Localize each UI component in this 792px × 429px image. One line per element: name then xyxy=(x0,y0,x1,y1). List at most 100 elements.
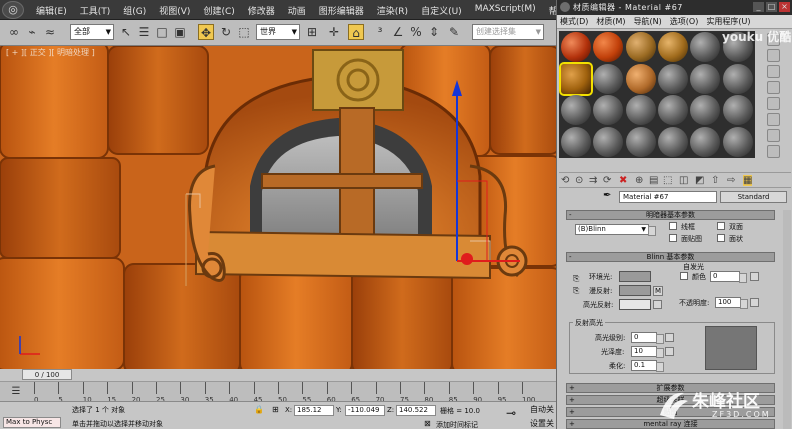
material-name-field[interactable]: Material #67 xyxy=(619,191,717,203)
specular-color-swatch[interactable] xyxy=(619,299,651,310)
material-type-button[interactable]: Standard xyxy=(720,191,787,203)
menu-item[interactable]: 组(G) xyxy=(123,4,146,17)
pivot-center-icon[interactable]: ⊞ xyxy=(304,24,320,40)
named-selection-dropdown[interactable]: 创建选择集 ▼ xyxy=(472,24,544,40)
select-rotate-icon[interactable]: ↻ xyxy=(218,24,234,40)
specular-level-map-button[interactable] xyxy=(665,333,674,342)
selection-filter-dropdown[interactable]: 全部 ▼ xyxy=(70,24,114,40)
lock-diffuse-specular-icon[interactable]: ⎘ xyxy=(573,286,579,296)
eyedropper-icon[interactable]: ✒ xyxy=(603,190,611,201)
opacity-value[interactable]: 100 xyxy=(715,297,748,309)
material-menu-item[interactable]: 实用程序(U) xyxy=(706,15,750,28)
percent-snap-icon[interactable]: % xyxy=(408,24,424,40)
material-menu-item[interactable]: 模式(D) xyxy=(560,15,588,28)
show-end-result-icon[interactable]: ◩ xyxy=(695,175,704,186)
pick-material-icon[interactable]: ▦ xyxy=(743,175,753,186)
keyboard-shortcut-toggle-icon[interactable]: ⌂ xyxy=(348,24,364,40)
faceted-checkbox[interactable] xyxy=(717,234,725,242)
y-coordinate-field[interactable]: -110.049 xyxy=(345,405,385,416)
glossiness-value[interactable]: 10 xyxy=(631,346,664,358)
sample-slot[interactable] xyxy=(561,95,591,125)
self-illum-value[interactable]: 0 xyxy=(710,271,747,283)
menu-item[interactable]: 视图(V) xyxy=(159,4,190,17)
x-coordinate-field[interactable]: 185.12 xyxy=(294,405,334,416)
options-icon[interactable] xyxy=(767,129,780,142)
viewport-front[interactable]: [ + ][ 正交 ][ 明暗处理 ] xyxy=(0,46,556,369)
close-icon[interactable]: × xyxy=(779,2,790,12)
auto-key-button[interactable]: 自动关 xyxy=(530,404,554,415)
go-forward-sibling-icon[interactable]: ⇨ xyxy=(727,175,735,186)
app-logo-icon[interactable]: ◎ xyxy=(2,1,24,19)
material-menu-item[interactable]: 材质(M) xyxy=(596,15,625,28)
select-scale-icon[interactable]: ⬚ xyxy=(236,24,252,40)
rect-selection-icon[interactable]: □ xyxy=(154,24,170,40)
select-by-name-icon[interactable]: ☰ xyxy=(136,24,152,40)
sample-slot[interactable] xyxy=(657,63,688,94)
make-unique-icon[interactable]: ⊕ xyxy=(635,175,643,186)
opacity-map-button[interactable] xyxy=(750,298,759,307)
select-object-icon[interactable]: ↖ xyxy=(118,24,134,40)
show-shaded-material-icon[interactable]: ◫ xyxy=(679,175,688,186)
sample-slot[interactable] xyxy=(657,32,688,62)
sample-slot[interactable] xyxy=(593,63,624,94)
reset-map-icon[interactable]: ⟳ xyxy=(603,175,611,186)
select-manipulate-icon[interactable]: ✛ xyxy=(326,24,342,40)
lock-ambient-diffuse-icon[interactable]: ⎘ xyxy=(573,274,579,284)
menu-item[interactable]: 编辑(E) xyxy=(36,4,67,17)
set-key-icon[interactable]: ⊸ xyxy=(506,406,516,420)
rollout-blinn-basic[interactable]: - Blinn 基本参数 xyxy=(566,252,775,262)
diffuse-color-swatch[interactable] xyxy=(619,285,651,296)
get-material-icon[interactable]: ⟲ xyxy=(561,175,569,186)
background-icon[interactable] xyxy=(767,65,780,78)
sample-slot-selected[interactable] xyxy=(559,61,593,96)
minimize-icon[interactable]: _ xyxy=(753,2,764,12)
sample-uv-tiling-icon[interactable] xyxy=(767,81,780,94)
bind-spacewarp-icon[interactable]: ≈ xyxy=(42,24,58,40)
select-move-icon[interactable]: ✥ xyxy=(198,24,214,40)
diffuse-map-button[interactable]: M xyxy=(653,286,664,296)
sample-slot[interactable] xyxy=(657,95,688,125)
sample-slot[interactable] xyxy=(625,63,656,94)
spinner-snap-icon[interactable]: ⇕ xyxy=(426,24,442,40)
sample-slot[interactable] xyxy=(690,95,721,125)
menu-item[interactable]: 自定义(U) xyxy=(421,4,462,17)
sample-slot[interactable] xyxy=(593,95,624,125)
ambient-color-swatch[interactable] xyxy=(619,271,651,282)
maximize-icon[interactable]: □ xyxy=(766,2,777,12)
time-slider-track[interactable]: 0 / 100 xyxy=(0,369,556,381)
set-key-button[interactable]: 设置关 xyxy=(530,418,554,429)
sample-slot[interactable] xyxy=(690,32,721,62)
assign-to-selection-icon[interactable]: ⇉ xyxy=(589,175,597,186)
lock-selection-icon[interactable]: 🔒 xyxy=(254,405,264,414)
menu-item[interactable]: 动画 xyxy=(288,4,306,17)
put-to-library-icon[interactable]: ▤ xyxy=(649,175,658,186)
video-color-check-icon[interactable] xyxy=(767,97,780,110)
sample-slots-grid[interactable] xyxy=(559,31,755,158)
menu-item[interactable]: 修改器 xyxy=(248,4,275,17)
sample-slot[interactable] xyxy=(657,126,688,157)
sample-slot[interactable] xyxy=(690,126,721,157)
menu-item[interactable]: 图形编辑器 xyxy=(319,4,364,17)
trackbar-toggle-icon[interactable]: ☰ xyxy=(8,384,24,400)
menu-item[interactable]: 渲染(R) xyxy=(377,4,408,17)
sample-slot[interactable] xyxy=(690,63,721,94)
two-sided-checkbox[interactable] xyxy=(717,222,725,230)
menu-item[interactable]: 工具(T) xyxy=(80,4,111,17)
time-tag-icon[interactable]: ⊠ xyxy=(424,419,431,428)
menu-item[interactable]: 创建(C) xyxy=(203,4,234,17)
material-menu-item[interactable]: 选项(O) xyxy=(670,15,699,28)
material-editor-titlebar[interactable]: 材质编辑器 - Material #67 _ □ × xyxy=(557,0,792,15)
window-crossing-icon[interactable]: ▣ xyxy=(172,24,188,40)
angle-snap-icon[interactable]: ∠ xyxy=(390,24,406,40)
absolute-mode-icon[interactable]: ⊞ xyxy=(272,405,279,414)
sample-slot[interactable] xyxy=(625,95,656,125)
add-time-tag[interactable]: 添加时间标记 xyxy=(436,420,478,429)
sample-slot[interactable] xyxy=(561,126,591,157)
go-to-parent-icon[interactable]: ⇧ xyxy=(711,175,719,186)
material-menu-item[interactable]: 导航(N) xyxy=(634,15,662,28)
timeline-ruler[interactable]: ☰ 0 5 10 15 20 25 30 35 40 45 50 55 60 65 70 75 80 85 90 95… xyxy=(0,381,556,404)
unlink-icon[interactable]: ⌁ xyxy=(24,24,40,40)
sample-slot[interactable] xyxy=(593,32,624,62)
viewport-label[interactable]: [ + ][ 正交 ][ 明暗处理 ] xyxy=(6,47,95,58)
delete-material-icon[interactable]: ✖ xyxy=(619,175,627,186)
